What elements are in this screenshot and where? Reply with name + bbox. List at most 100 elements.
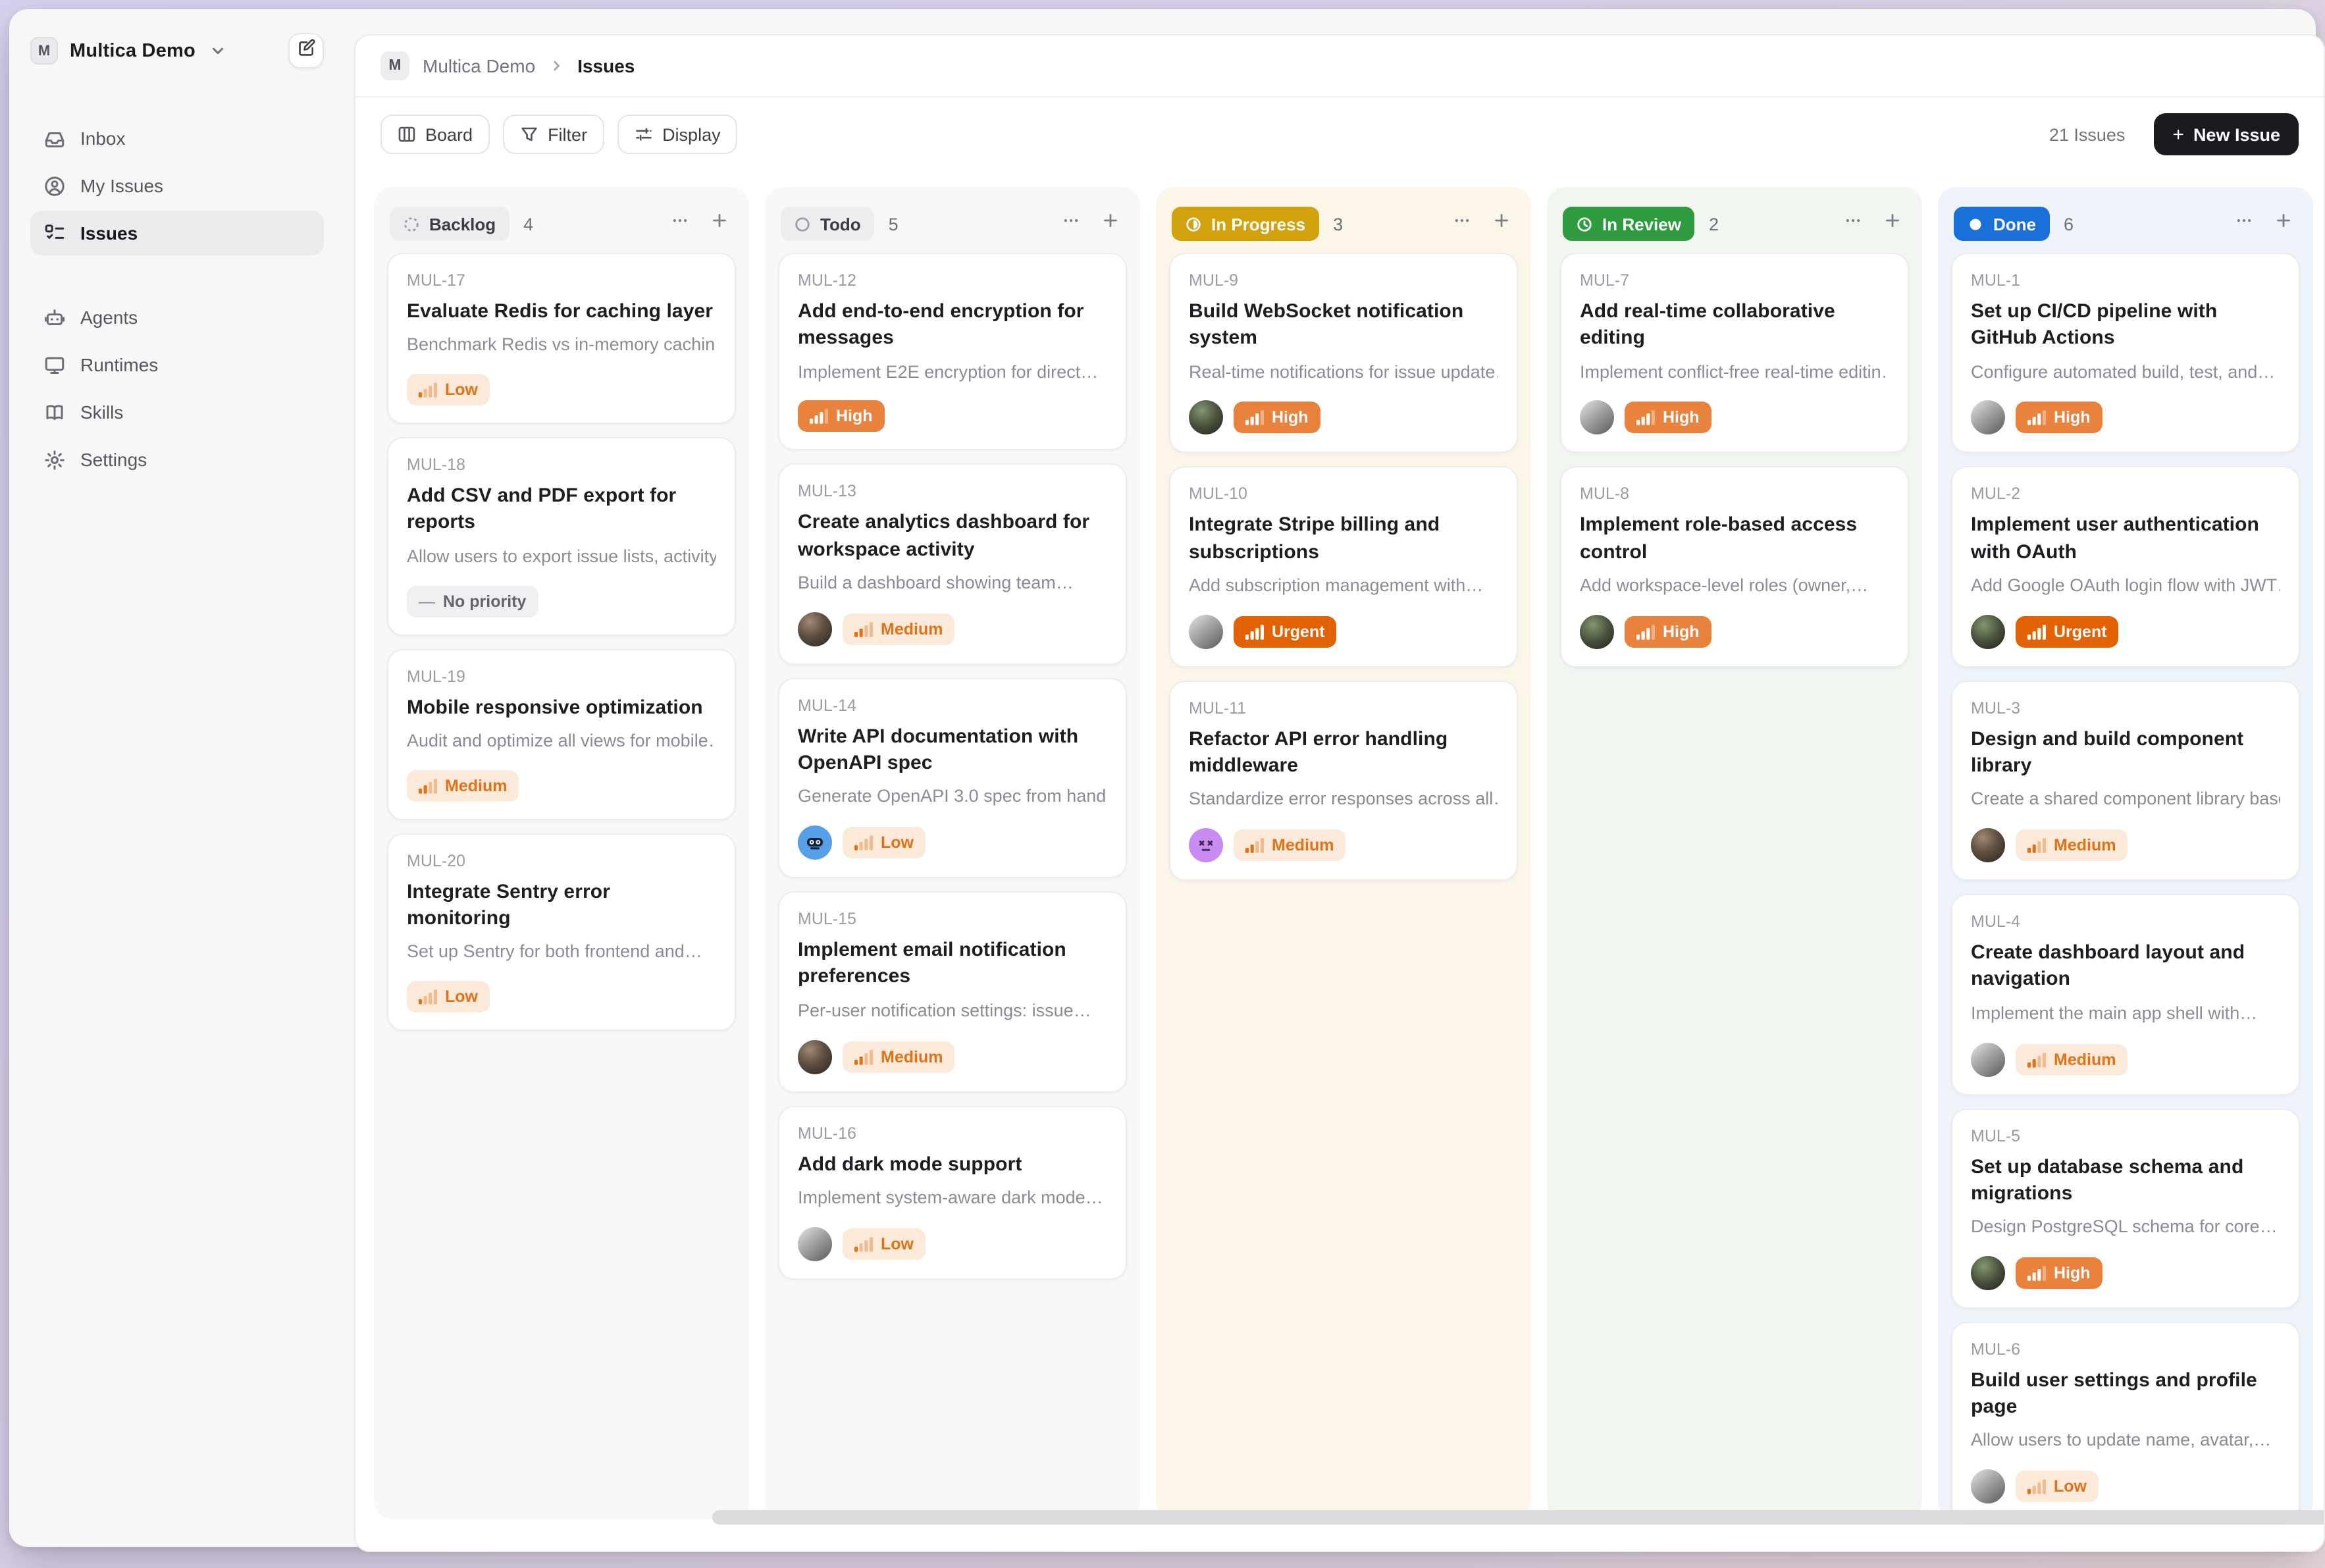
- priority-label: High: [836, 407, 873, 426]
- issue-card-mul-13[interactable]: MUL-13 Create analytics dashboard for wor…: [778, 464, 1127, 665]
- breadcrumb: M Multica Demo Issues: [355, 36, 2324, 97]
- priority-bars-icon: [810, 409, 828, 425]
- issue-card-mul-6[interactable]: MUL-6Build user settings and profile pag…: [1951, 1322, 2300, 1523]
- priority-label: Medium: [881, 1047, 943, 1066]
- column-add-button[interactable]: [1877, 209, 1906, 238]
- filter-button[interactable]: Filter: [503, 115, 604, 154]
- issue-description: Audit and optimize all views for mobile…: [407, 729, 716, 754]
- compose-button[interactable]: [288, 33, 324, 68]
- breadcrumb-workspace[interactable]: Multica Demo: [423, 55, 535, 76]
- issue-description: Add workspace-level roles (owner,…: [1580, 574, 1889, 599]
- sidebar-item-agents[interactable]: Agents: [30, 295, 324, 340]
- issue-footer: Urgent: [1189, 615, 1498, 649]
- column-more-button[interactable]: [665, 209, 694, 238]
- sidebar-item-skills[interactable]: Skills: [30, 390, 324, 434]
- issue-title: Implement email notification preferences: [798, 937, 1107, 991]
- issue-card-mul-11[interactable]: MUL-11Refactor API error handling middle…: [1169, 681, 1518, 881]
- sidebar-item-runtimes[interactable]: Runtimes: [30, 342, 324, 387]
- issue-card-mul-7[interactable]: MUL-7Add real-time collaborative editing…: [1560, 253, 1909, 454]
- workspace-switcher[interactable]: M Multica Demo: [30, 33, 324, 68]
- priority-bars-icon: [1636, 410, 1655, 426]
- issue-id: MUL-8: [1580, 485, 1889, 504]
- more-icon: [1844, 212, 1861, 236]
- column-add-button[interactable]: [704, 209, 733, 238]
- new-issue-button[interactable]: + New Issue: [2154, 113, 2299, 155]
- issue-card-mul-5[interactable]: MUL-5Set up database schema and migratio…: [1951, 1108, 2300, 1309]
- priority-badge: Medium: [843, 1041, 954, 1072]
- priority-label: Urgent: [1272, 623, 1325, 641]
- issue-card-mul-12[interactable]: MUL-12Add end-to-end encryption for mess…: [778, 253, 1127, 451]
- issue-description: Add subscription management with…: [1189, 574, 1498, 599]
- filled-circle-icon: [1967, 215, 1984, 232]
- review-clock-icon: [1576, 215, 1593, 232]
- column-add-button[interactable]: [1095, 209, 1124, 238]
- column-more-button[interactable]: [2229, 209, 2258, 238]
- column-more-button[interactable]: [1056, 209, 1085, 238]
- priority-label: High: [1663, 623, 1700, 641]
- issue-card-mul-9[interactable]: MUL-9Build WebSocket notification system…: [1169, 253, 1518, 454]
- issue-id: MUL-13: [798, 483, 1107, 501]
- issue-card-mul-17[interactable]: MUL-17Evaluate Redis for caching layerBe…: [387, 253, 736, 424]
- issue-card-mul-3[interactable]: MUL-3Design and build component libraryC…: [1951, 681, 2300, 881]
- column-more-button[interactable]: [1838, 209, 1867, 238]
- chevron-down-icon: [210, 42, 227, 59]
- issue-card-mul-19[interactable]: MUL-19Mobile responsive optimizationAudi…: [387, 648, 736, 820]
- assignee-avatar: [1189, 828, 1223, 862]
- priority-bars-icon: [1636, 624, 1655, 640]
- issue-description: Implement conflict-free real-time editin…: [1580, 360, 1889, 385]
- sidebar-item-inbox[interactable]: Inbox: [30, 116, 324, 161]
- column-add-button[interactable]: [1486, 209, 1515, 238]
- assignee-avatar: [1971, 401, 2005, 435]
- assignee-avatar: [1580, 401, 1614, 435]
- priority-badge: High: [1234, 402, 1320, 434]
- assignee-avatar: [1971, 828, 2005, 862]
- priority-label: High: [2054, 409, 2091, 427]
- issue-card-mul-1[interactable]: MUL-1Set up CI/CD pipeline with GitHub A…: [1951, 253, 2300, 454]
- issues-icon: [43, 222, 66, 244]
- issue-card-mul-8[interactable]: MUL-8Implement role-based access control…: [1560, 467, 1909, 667]
- kanban-column-in-progress: In Progress3 MUL-9Build WebSocket notific…: [1156, 187, 1531, 1519]
- column-status-pill: In Progress: [1172, 207, 1319, 241]
- inbox-icon: [43, 127, 66, 149]
- issue-title: Create analytics dashboard for workspace…: [798, 510, 1107, 563]
- issue-card-mul-18[interactable]: MUL-18Add CSV and PDF export for reports…: [387, 437, 736, 635]
- priority-bars-icon: [854, 621, 873, 637]
- priority-badge: Low: [407, 981, 490, 1012]
- issue-id: MUL-9: [1189, 271, 1498, 290]
- issue-title: Implement user authentication with OAuth: [1971, 513, 2280, 566]
- sidebar-item-my-issues[interactable]: My Issues: [30, 163, 324, 208]
- sidebar-item-label: Inbox: [80, 128, 126, 149]
- horizontal-scrollbar[interactable]: [712, 1510, 2325, 1525]
- display-button[interactable]: Display: [617, 115, 738, 154]
- issue-title: Create dashboard layout and navigation: [1971, 940, 2280, 993]
- sidebar-item-settings[interactable]: Settings: [30, 437, 324, 482]
- issue-title: Set up CI/CD pipeline with GitHub Action…: [1971, 299, 2280, 352]
- issue-footer: Medium: [1971, 828, 2280, 862]
- issue-card-mul-20[interactable]: MUL-20Integrate Sentry error monitoringS…: [387, 833, 736, 1031]
- column-more-button[interactable]: [1447, 209, 1476, 238]
- issue-description: Set up Sentry for both frontend and…: [407, 940, 716, 965]
- issue-id: MUL-19: [407, 667, 716, 685]
- issue-card-mul-2[interactable]: MUL-2Implement user authentication with …: [1951, 467, 2300, 667]
- issues-count: 21 Issues: [2049, 124, 2126, 144]
- issue-card-mul-16[interactable]: MUL-16Add dark mode supportImplement sys…: [778, 1105, 1127, 1279]
- priority-badge: Medium: [2016, 829, 2128, 861]
- issue-card-mul-15[interactable]: MUL-15Implement email notification prefe…: [778, 891, 1127, 1092]
- assignee-avatar: [1971, 1470, 2005, 1504]
- issue-footer: Low: [407, 374, 716, 405]
- column-add-button[interactable]: [2268, 209, 2297, 238]
- issue-card-mul-4[interactable]: MUL-4Create dashboard layout and navigat…: [1951, 894, 2300, 1095]
- column-header: Done6: [1951, 200, 2300, 248]
- issue-card-mul-14[interactable]: MUL-14Write API documentation with OpenA…: [778, 678, 1127, 879]
- sidebar-item-issues[interactable]: Issues: [30, 211, 324, 255]
- column-header: In Progress3: [1169, 200, 1518, 248]
- priority-badge: Low: [407, 374, 490, 405]
- column-status-pill: Done: [1954, 207, 2049, 241]
- board-view-button[interactable]: Board: [380, 115, 490, 154]
- issue-id: MUL-7: [1580, 271, 1889, 290]
- issue-footer: High: [798, 401, 1107, 432]
- sidebar-item-label: Settings: [80, 449, 147, 470]
- issue-card-mul-10[interactable]: MUL-10Integrate Stripe billing and subsc…: [1169, 467, 1518, 667]
- plus-icon: +: [2172, 124, 2184, 144]
- board-icon: [398, 125, 416, 144]
